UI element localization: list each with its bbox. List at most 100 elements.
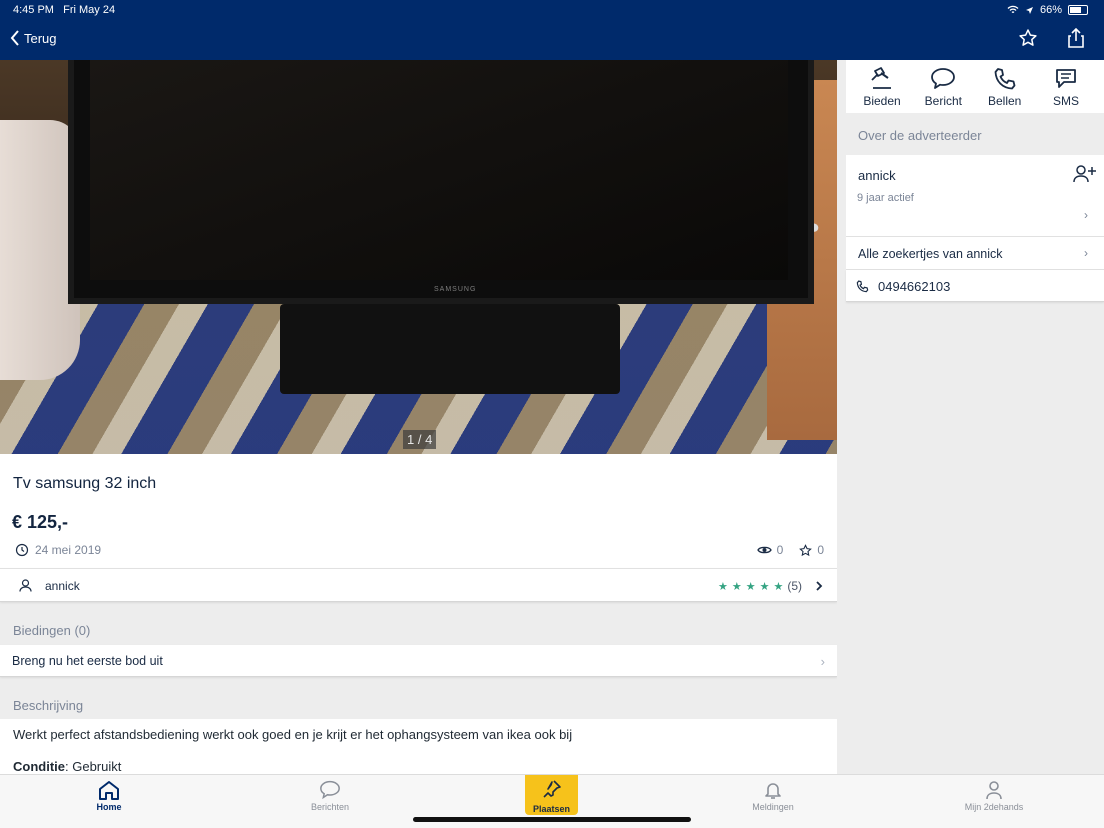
tab-meldingen-label: Meldingen: [752, 802, 794, 812]
tab-berichten-label: Berichten: [310, 802, 350, 812]
phone-row[interactable]: 0494662103: [846, 270, 1104, 302]
chevron-right-icon: ›: [1084, 246, 1088, 260]
sms-label: SMS: [1052, 94, 1079, 108]
home-indicator[interactable]: [413, 817, 691, 822]
tab-plaatsen[interactable]: Plaatsen: [525, 775, 578, 815]
call-button[interactable]: Bellen: [975, 60, 1035, 113]
phone-icon: [994, 68, 1016, 90]
star-outline-icon: [1019, 29, 1037, 46]
favorites-count: 0: [817, 543, 824, 557]
bids-section-label: Biedingen (0): [13, 623, 91, 638]
rating-count: (5): [787, 579, 802, 593]
listing-price: € 125,-: [12, 512, 69, 532]
listing-summary: Tv samsung 32 inch € 125,- 24 mei 2019 0…: [0, 454, 837, 568]
star-filled-icon: ★: [759, 580, 770, 593]
tab-mijn-2dehands-label: Mijn 2dehands: [964, 802, 1024, 812]
add-user-icon: [1073, 165, 1096, 183]
location-arrow-icon: [1025, 6, 1033, 14]
star-outline-icon: [799, 543, 813, 556]
tab-berichten[interactable]: Berichten: [280, 780, 380, 812]
date-text: Fri May 24: [63, 4, 116, 16]
photo-counter: 1 / 4: [403, 430, 437, 449]
favorite-button[interactable]: [1018, 28, 1038, 48]
tab-mijn-2dehands[interactable]: Mijn 2dehands: [944, 780, 1044, 812]
star-filled-icon: ★: [745, 580, 756, 593]
seller-rating: ★ ★ ★ ★ ★ (5): [718, 579, 824, 593]
share-button[interactable]: [1068, 28, 1084, 48]
wifi-icon: [1007, 5, 1019, 14]
tab-plaatsen-label: Plaatsen: [532, 804, 571, 814]
back-label: Terug: [24, 30, 57, 46]
tab-home-label: Home: [96, 802, 122, 812]
follow-user-button[interactable]: [1073, 164, 1097, 189]
battery-icon: [1068, 5, 1088, 15]
phone-number: 0494662103: [878, 279, 951, 294]
tv-screen: [90, 60, 788, 280]
contact-panel: Bieden Bericht Bellen SMS Over de advert…: [846, 60, 1104, 774]
battery-fill: [1070, 7, 1081, 13]
phone-icon: [856, 280, 869, 293]
pin-icon: [542, 780, 561, 798]
description-section-label: Beschrijving: [13, 698, 84, 713]
advertiser-name: annick: [858, 168, 896, 183]
advertiser-active-since: 9 jaar actief: [857, 192, 914, 204]
battery-text: 66%: [1039, 4, 1062, 16]
chevron-right-icon: [816, 581, 823, 591]
tv-stand: [280, 304, 620, 394]
bell-icon: [765, 783, 781, 799]
eye-icon: [756, 546, 772, 554]
back-button[interactable]: Terug: [10, 30, 57, 46]
condition-line: Conditie: Gebruikt: [13, 759, 121, 774]
bid-label: Bieden: [863, 94, 901, 108]
tv-brand-text: SAMSUNG: [434, 286, 477, 293]
user-icon: [19, 579, 32, 592]
gavel-icon: [871, 67, 891, 89]
date-text: 24 mei 2019: [35, 543, 102, 557]
listing-photo[interactable]: SAMSUNG 1 / 4: [0, 60, 837, 454]
home-icon: [99, 781, 119, 800]
condition-value: : Gebruikt: [65, 759, 122, 774]
user-icon: [986, 781, 1002, 800]
message-label: Bericht: [924, 94, 962, 108]
listing-detail: SAMSUNG 1 / 4 Tv samsung 32 inch € 125,-…: [0, 60, 837, 774]
advertiser-card[interactable]: annick 9 jaar actief ›: [846, 155, 1104, 237]
tab-home[interactable]: Home: [59, 780, 159, 812]
status-time: 4:45 PM Fri May 24: [13, 4, 115, 16]
sms-button[interactable]: SMS: [1036, 60, 1096, 113]
seller-name: annick: [45, 579, 80, 593]
advertiser-section-label: Over de adverteerder: [858, 128, 982, 143]
description-block: Werkt perfect afstandsbediening werkt oo…: [0, 719, 837, 774]
chevron-right-icon: ›: [1084, 208, 1088, 222]
time-text: 4:45 PM: [13, 4, 54, 16]
all-ads-label: Alle zoekertjes van annick: [858, 247, 1003, 261]
bid-button[interactable]: Bieden: [852, 60, 912, 113]
seller-row[interactable]: annick ★ ★ ★ ★ ★ (5): [0, 568, 837, 602]
tv-image: SAMSUNG: [68, 60, 814, 304]
listing-date: 24 mei 2019: [15, 543, 101, 557]
tab-meldingen[interactable]: Meldingen: [723, 780, 823, 812]
clock-icon: [15, 543, 29, 557]
chat-icon: [320, 780, 340, 800]
share-icon: [1068, 28, 1084, 48]
sms-icon: [1056, 69, 1076, 88]
chevron-left-icon: [10, 30, 19, 46]
listing-title: Tv samsung 32 inch: [13, 475, 157, 492]
status-indicators: 66%: [1007, 4, 1088, 16]
views-count: 0: [776, 543, 784, 557]
condition-key: Conditie: [13, 759, 65, 774]
place-first-bid-row[interactable]: Breng nu het eerste bod uit ›: [0, 645, 837, 677]
top-actions: [1018, 28, 1084, 48]
call-label: Bellen: [987, 94, 1022, 108]
place-bid-label: Breng nu het eerste bod uit: [12, 654, 163, 668]
star-filled-icon: ★: [717, 580, 728, 593]
message-button[interactable]: Bericht: [913, 60, 973, 113]
listing-stats: 0 0: [756, 543, 824, 557]
star-filled-icon: ★: [773, 580, 784, 593]
description-text: Werkt perfect afstandsbediening werkt oo…: [13, 727, 573, 742]
star-filled-icon: ★: [731, 580, 742, 593]
chat-bubble-icon: [931, 68, 956, 89]
top-navigation-bar: 4:45 PM Fri May 24 66% Terug: [0, 0, 1104, 60]
all-ads-row[interactable]: Alle zoekertjes van annick ›: [846, 237, 1104, 270]
contact-actions: Bieden Bericht Bellen SMS: [846, 60, 1104, 113]
chevron-right-icon: ›: [820, 654, 825, 669]
